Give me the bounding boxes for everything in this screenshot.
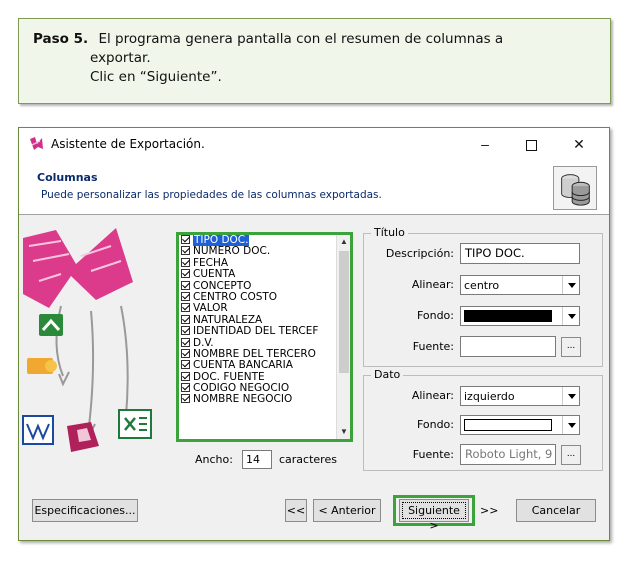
note-line-2: exportar. <box>90 50 151 66</box>
checkbox[interactable] <box>181 280 190 290</box>
title-bar: Asistente de Exportación. – ✕ <box>19 128 609 160</box>
maximize-icon <box>525 139 537 151</box>
titulo-alinear-label: Alinear: <box>411 278 454 291</box>
list-item-label: NOMBRE NEGOCIO <box>193 393 293 406</box>
last-button[interactable]: >> <box>479 499 499 522</box>
list-item-label: NATURALEZA <box>193 313 263 326</box>
wizard-header: Columnas Puede personalizar las propieda… <box>19 160 609 215</box>
dato-alinear-value: izquierdo <box>464 390 515 403</box>
dato-legend: Dato <box>371 368 404 381</box>
siguiente-label: Siguiente > <box>402 502 466 532</box>
scroll-thumb[interactable] <box>339 251 349 373</box>
list-item-label: CUENTA <box>193 268 236 281</box>
dato-fondo-label: Fondo: <box>416 418 454 431</box>
checkbox[interactable] <box>181 269 190 279</box>
list-item-label: D.V. <box>193 336 214 349</box>
checkbox[interactable] <box>181 314 190 324</box>
checkbox[interactable] <box>181 348 190 358</box>
chevron-down-icon[interactable] <box>562 276 579 294</box>
checkbox[interactable] <box>181 246 190 256</box>
list-item-label: FECHA <box>193 256 229 269</box>
scroll-down-icon[interactable]: ▼ <box>337 425 351 439</box>
dato-group: Dato Alinear: izquierdo Fondo: Fuente: R… <box>363 368 603 471</box>
chevron-down-icon[interactable] <box>562 307 579 325</box>
list-item[interactable]: NOMBRE NEGOCIO <box>179 394 336 405</box>
instruction-note: Paso 5. El programa genera pantalla con … <box>18 18 611 104</box>
note-line-3: Clic en “Siguiente”. <box>90 69 222 85</box>
checkbox[interactable] <box>181 394 190 404</box>
checkbox[interactable] <box>181 337 190 347</box>
minimize-button[interactable]: – <box>462 128 508 160</box>
step-label: Paso 5. <box>33 31 89 47</box>
titulo-fuente-input[interactable] <box>460 336 556 357</box>
checkbox[interactable] <box>181 235 190 244</box>
ancho-input[interactable]: 14 <box>242 450 272 469</box>
columns-list: TIPO DOC. NUMERO DOC. FECHA CUENTA CONCEPTO C… <box>179 235 336 439</box>
siguiente-highlight: Siguiente > <box>393 495 475 532</box>
titulo-group: Título Descripción: TIPO DOC. Alinear: c… <box>363 226 603 367</box>
columns-listbox[interactable]: TIPO DOC. NUMERO DOC. FECHA CUENTA CONCEPTO C… <box>176 232 353 442</box>
scroll-up-icon[interactable]: ▲ <box>337 235 351 249</box>
list-item-label: CENTRO COSTO <box>193 290 278 303</box>
list-item-label: CUENTA BANCARIA <box>193 359 293 372</box>
app-logo-icon <box>30 137 43 150</box>
titulo-fuente-browse-button[interactable]: ... <box>561 337 581 357</box>
checkbox[interactable] <box>181 326 190 336</box>
anterior-button[interactable]: < Anterior <box>313 499 381 522</box>
list-item-label: CONCEPTO <box>193 279 252 292</box>
list-item-label: NOMBRE DEL TERCERO <box>193 347 316 360</box>
titulo-fondo-swatch <box>464 310 552 322</box>
descripcion-label: Descripción: <box>385 247 454 260</box>
dato-alinear-label: Alinear: <box>411 389 454 402</box>
export-wizard-window: Asistente de Exportación. – ✕ Columnas P… <box>18 127 610 541</box>
titulo-legend: Título <box>371 226 408 239</box>
checkbox[interactable] <box>181 371 190 381</box>
dato-fondo-swatch <box>464 419 552 431</box>
dato-alinear-select[interactable]: izquierdo <box>460 386 580 406</box>
cancelar-button[interactable]: Cancelar <box>516 499 596 522</box>
checkbox[interactable] <box>181 303 190 313</box>
list-item-label: DOC. FUENTE <box>193 370 265 383</box>
descripcion-input[interactable]: TIPO DOC. <box>460 243 580 264</box>
list-item-label: VALOR <box>193 302 228 315</box>
titulo-fondo-label: Fondo: <box>416 309 454 322</box>
titulo-alinear-select[interactable]: centro <box>460 275 580 295</box>
export-illustration-icon <box>22 228 152 452</box>
checkbox[interactable] <box>181 360 190 370</box>
checkbox[interactable] <box>181 291 190 301</box>
maximize-button[interactable] <box>508 128 554 160</box>
dato-fondo-select[interactable] <box>460 415 580 435</box>
dato-fuente-label: Fuente: <box>412 448 454 461</box>
siguiente-button[interactable]: Siguiente > <box>399 499 469 532</box>
list-item-label: CODIGO NEGOCIO <box>193 382 290 395</box>
page-subtitle: Puede personalizar las propiedades de la… <box>41 189 382 201</box>
window-title: Asistente de Exportación. <box>51 137 205 151</box>
list-item-label: IDENTIDAD DEL TERCEF <box>193 325 319 338</box>
page-title: Columnas <box>37 171 98 184</box>
titulo-fondo-select[interactable] <box>460 306 580 326</box>
first-button[interactable]: << <box>285 499 307 522</box>
ancho-label: Ancho: <box>195 453 233 466</box>
checkbox[interactable] <box>181 383 190 393</box>
titulo-alinear-value: centro <box>464 279 500 292</box>
list-item-label: NUMERO DOC. <box>193 245 271 258</box>
chevron-down-icon[interactable] <box>562 387 579 405</box>
chevron-down-icon[interactable] <box>562 416 579 434</box>
titulo-fuente-label: Fuente: <box>412 340 454 353</box>
dato-fuente-input[interactable]: Roboto Light, 9 <box>460 444 556 465</box>
list-scrollbar[interactable]: ▲ ▼ <box>336 235 350 439</box>
close-button[interactable]: ✕ <box>556 128 602 160</box>
especificaciones-button[interactable]: Especificaciones... <box>32 499 138 522</box>
list-item-label: TIPO DOC. <box>193 235 250 246</box>
database-export-icon <box>553 166 597 210</box>
ancho-unit-label: caracteres <box>279 453 337 466</box>
note-line-1: El programa genera pantalla con el resum… <box>98 31 504 47</box>
dato-fuente-browse-button[interactable]: ... <box>561 445 581 465</box>
checkbox[interactable] <box>181 257 190 267</box>
